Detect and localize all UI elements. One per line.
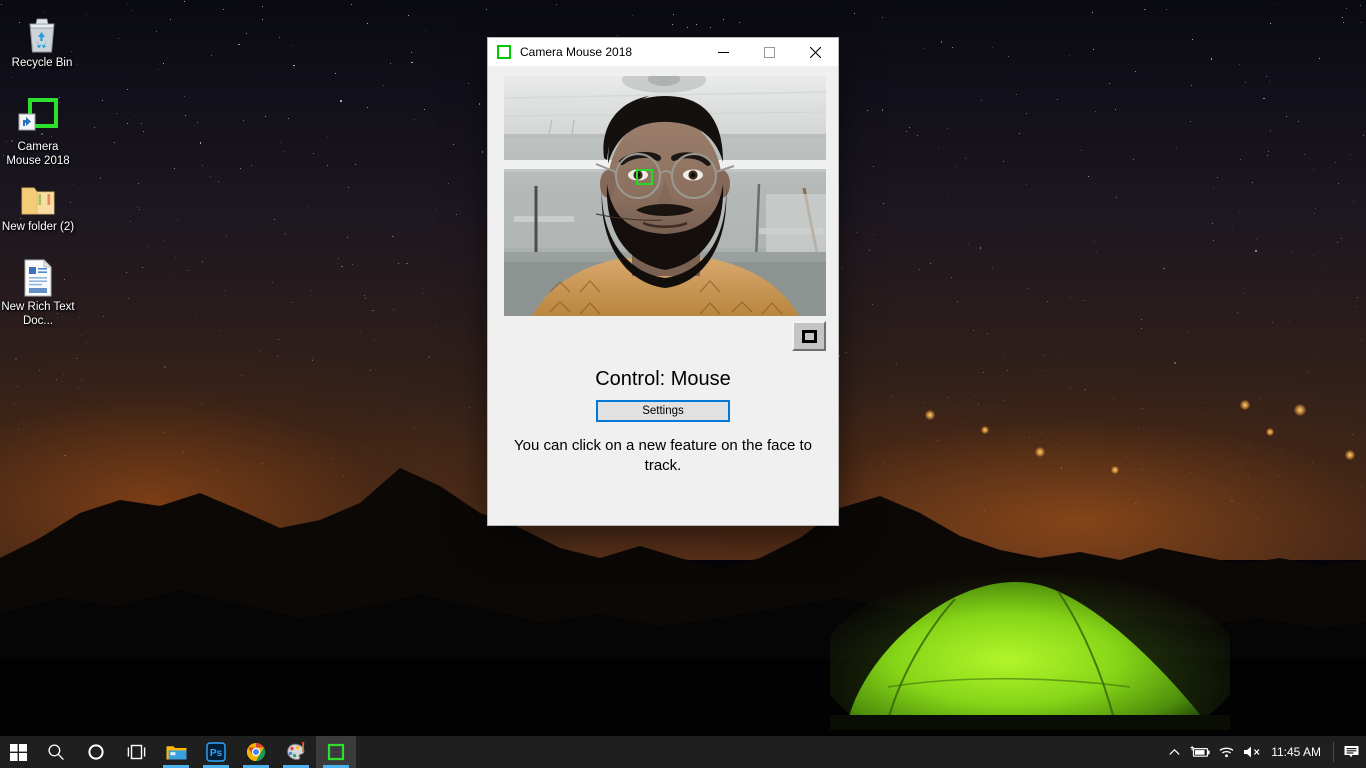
control-label: Control: Mouse	[595, 368, 731, 390]
system-tray: 11:45 AM	[1161, 736, 1366, 768]
camera-mouse-shortcut-icon	[0, 90, 76, 138]
tool-row	[488, 316, 838, 356]
start-button[interactable]	[0, 736, 36, 768]
camera-preview[interactable]	[504, 76, 826, 316]
cortana-circle-icon	[88, 744, 104, 760]
green-tracking-square	[636, 169, 653, 185]
settings-button[interactable]: Settings	[596, 400, 730, 422]
network-button[interactable]	[1213, 736, 1239, 768]
camera-mouse-green-square-icon	[327, 743, 345, 761]
recycle-bin-icon	[29, 18, 55, 53]
wifi-icon	[1219, 747, 1234, 758]
search-button[interactable]	[36, 736, 76, 768]
stop-square-icon	[801, 329, 817, 343]
chrome-icon	[246, 743, 266, 761]
window-title-bar[interactable]: Camera Mouse 2018	[488, 38, 838, 67]
task-view-icon	[127, 744, 145, 760]
window-controls	[700, 38, 838, 67]
camera-mouse-window[interactable]: Camera Mouse 2018 Control: Mouse Setting…	[488, 38, 838, 525]
speaker-muted-icon	[1244, 746, 1260, 758]
hint-text: You can click on a new feature on the fa…	[514, 437, 812, 474]
taskbar-photoshop[interactable]: Ps	[196, 736, 236, 768]
notifications-icon	[1344, 745, 1358, 757]
window-title: Camera Mouse 2018	[520, 45, 633, 59]
folder-icon	[0, 170, 76, 218]
taskbar[interactable]: Ps 11:45 AM	[0, 736, 1366, 768]
settings-row: Settings	[488, 400, 838, 422]
chevron-up-icon	[1169, 748, 1180, 755]
desktop-icon-new-folder-2[interactable]: New folder (2)	[0, 170, 76, 235]
desktop-icon-camera-mouse-2018[interactable]: Camera Mouse 2018	[0, 90, 76, 168]
desktop-icon-label: New Rich Text Doc...	[1, 301, 75, 327]
maximize-button[interactable]	[746, 38, 792, 67]
battery-status-button[interactable]	[1187, 736, 1213, 768]
desktop-icon-recycle-bin[interactable]: Recycle Bin	[4, 6, 80, 71]
rich-text-document-icon	[24, 259, 52, 297]
show-hidden-icons-button[interactable]	[1161, 736, 1187, 768]
desktop-icon-new-rich-text-doc[interactable]: New Rich Text Doc...	[0, 250, 76, 328]
search-icon	[48, 744, 64, 761]
taskbar-google-chrome[interactable]	[236, 736, 276, 768]
taskbar-paint[interactable]	[276, 736, 316, 768]
action-center-button[interactable]	[1336, 736, 1366, 768]
clock[interactable]: 11:45 AM	[1265, 736, 1331, 768]
folder-icon	[21, 187, 55, 215]
cortana-button[interactable]	[76, 736, 116, 768]
camera-mouse-shortcut-icon	[18, 98, 58, 131]
taskbar-camera-mouse-2018[interactable]	[316, 736, 356, 768]
rich-text-document-icon	[0, 250, 76, 298]
task-view-button[interactable]	[116, 736, 156, 768]
svg-text:Ps: Ps	[210, 748, 223, 759]
desktop-icon-label: Camera Mouse 2018	[6, 141, 70, 167]
volume-button[interactable]	[1239, 736, 1265, 768]
stop-tracking-button[interactable]	[792, 321, 826, 351]
battery-charging-icon	[1190, 746, 1210, 757]
minimize-button[interactable]	[700, 38, 746, 67]
photoshop-icon: Ps	[206, 742, 226, 762]
tray-divider	[1333, 742, 1334, 762]
recycle-bin-icon	[4, 6, 80, 54]
desktop-icon-label: New folder (2)	[1, 221, 75, 233]
desktop-icon-label: Recycle Bin	[11, 57, 73, 69]
taskbar-file-explorer[interactable]	[156, 736, 196, 768]
wallpaper-tent	[820, 555, 1240, 760]
paint-palette-icon	[286, 742, 305, 761]
camera-mouse-green-square-icon	[497, 45, 511, 59]
close-button[interactable]	[792, 38, 838, 67]
file-explorer-icon	[166, 746, 186, 760]
